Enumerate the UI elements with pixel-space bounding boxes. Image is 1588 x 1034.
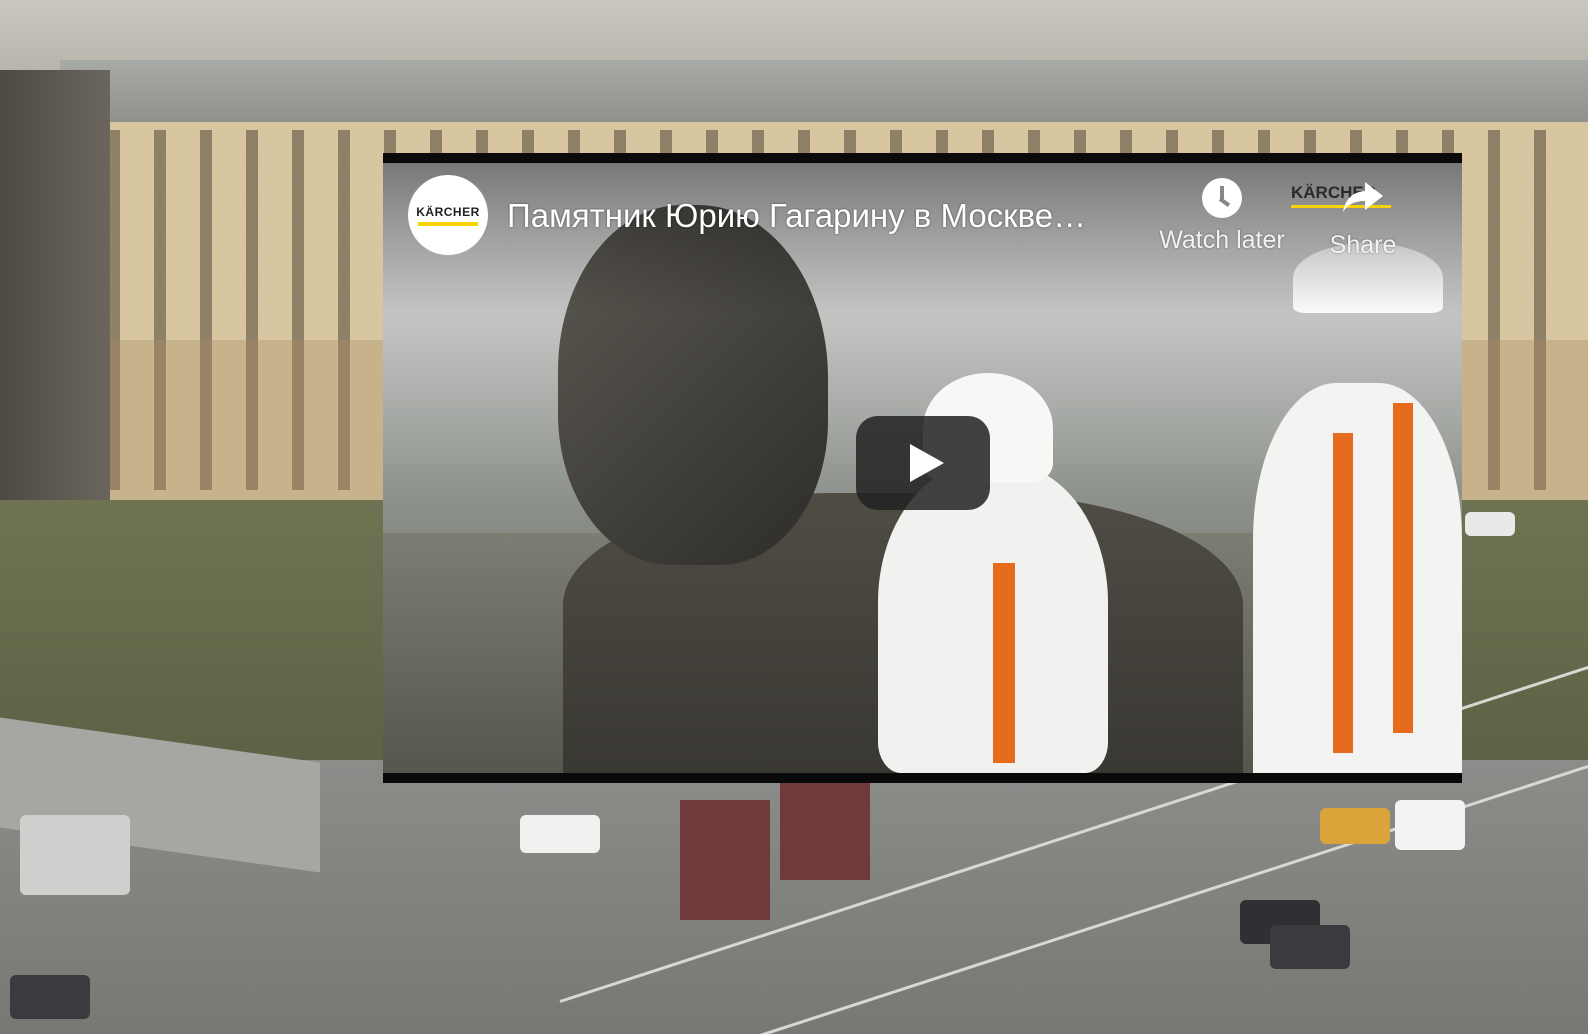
clock-icon	[1202, 178, 1242, 218]
play-icon	[910, 444, 944, 482]
channel-avatar[interactable]: KÄRCHER	[408, 175, 488, 255]
watch-later-button[interactable]: Watch later	[1147, 178, 1297, 255]
kiosk	[680, 800, 770, 920]
play-button[interactable]	[856, 416, 990, 510]
trees	[0, 70, 110, 510]
car	[1270, 925, 1350, 969]
building-roof	[60, 60, 1588, 122]
car	[1395, 800, 1465, 850]
car	[520, 815, 600, 853]
worker-figure	[1253, 383, 1462, 773]
car	[10, 975, 90, 1019]
channel-logo-bar	[418, 221, 478, 226]
truck	[20, 815, 130, 895]
video-player[interactable]: KÄRCHER Памятник Юрию Гагарину в Москве……	[383, 153, 1462, 783]
share-arrow-icon	[1343, 182, 1383, 212]
car	[1320, 808, 1390, 844]
worker-harness	[1393, 403, 1413, 733]
worker-harness	[1333, 433, 1353, 753]
channel-logo-text: KÄRCHER	[416, 204, 480, 219]
watch-later-label: Watch later	[1159, 226, 1285, 254]
kiosk	[780, 780, 870, 880]
worker-harness	[993, 563, 1015, 763]
share-label: Share	[1329, 231, 1397, 259]
car	[1465, 512, 1515, 536]
share-button[interactable]: Share	[1288, 178, 1438, 260]
video-title[interactable]: Памятник Юрию Гагарину в Москве…	[507, 197, 1157, 235]
